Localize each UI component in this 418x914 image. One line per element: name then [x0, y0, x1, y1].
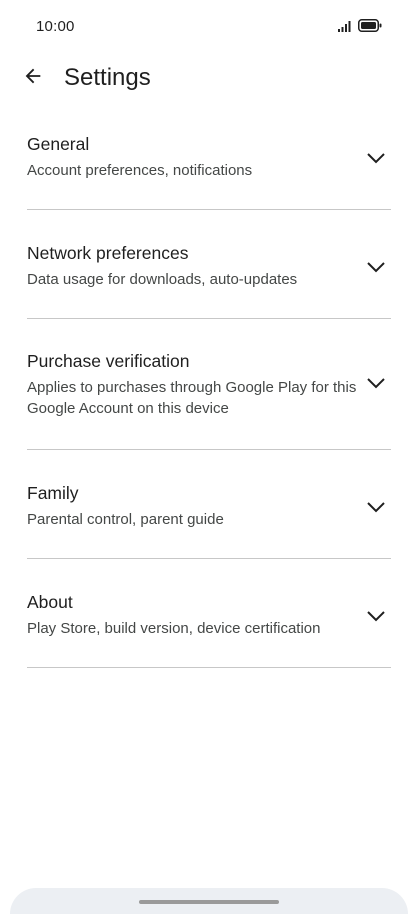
- settings-item-title: Family: [27, 483, 79, 503]
- back-button[interactable]: [18, 63, 48, 93]
- settings-list: General Account preferences, notificatio…: [0, 104, 418, 668]
- settings-item-title: General: [27, 134, 90, 154]
- settings-item-subtitle: Account preferences, notifications: [27, 162, 253, 179]
- settings-item-title: About: [27, 592, 73, 612]
- divider: [27, 667, 391, 668]
- status-icons: [338, 19, 382, 37]
- settings-item-subtitle: Applies to purchases through Google Play…: [27, 379, 357, 417]
- settings-item-network-preferences[interactable]: Network preferences Data usage for downl…: [0, 210, 418, 319]
- home-indicator[interactable]: [139, 900, 279, 904]
- chevron-down-icon[interactable]: [366, 151, 386, 164]
- status-bar: 10:00: [0, 0, 418, 54]
- settings-item-family[interactable]: Family Parental control, parent guide: [0, 450, 418, 559]
- settings-item-title: Purchase verification: [27, 351, 190, 371]
- settings-item-text: Purchase verification Applies to purchas…: [27, 350, 367, 419]
- settings-item-about[interactable]: About Play Store, build version, device …: [0, 559, 418, 668]
- settings-item-subtitle: Data usage for downloads, auto-updates: [27, 271, 298, 288]
- settings-item-purchase-verification[interactable]: Purchase verification Applies to purchas…: [0, 319, 418, 450]
- signal-icon: [338, 19, 353, 37]
- page-title: Settings: [64, 64, 151, 91]
- settings-item-subtitle: Play Store, build version, device certif…: [27, 620, 321, 637]
- chevron-down-icon[interactable]: [366, 376, 386, 389]
- app-bar: Settings: [0, 54, 418, 104]
- battery-icon: [358, 19, 382, 37]
- chevron-down-icon[interactable]: [366, 260, 386, 273]
- settings-item-title: Network preferences: [27, 243, 189, 263]
- settings-item-text: Network preferences Data usage for downl…: [27, 242, 367, 290]
- chevron-down-icon[interactable]: [366, 609, 386, 622]
- arrow-left-icon: [22, 65, 44, 92]
- settings-item-general[interactable]: General Account preferences, notificatio…: [0, 104, 418, 210]
- settings-item-text: About Play Store, build version, device …: [27, 591, 367, 639]
- settings-item-text: General Account preferences, notificatio…: [27, 133, 367, 181]
- status-time: 10:00: [36, 18, 75, 35]
- settings-item-text: Family Parental control, parent guide: [27, 482, 367, 530]
- settings-item-subtitle: Parental control, parent guide: [27, 511, 224, 528]
- chevron-down-icon[interactable]: [366, 500, 386, 513]
